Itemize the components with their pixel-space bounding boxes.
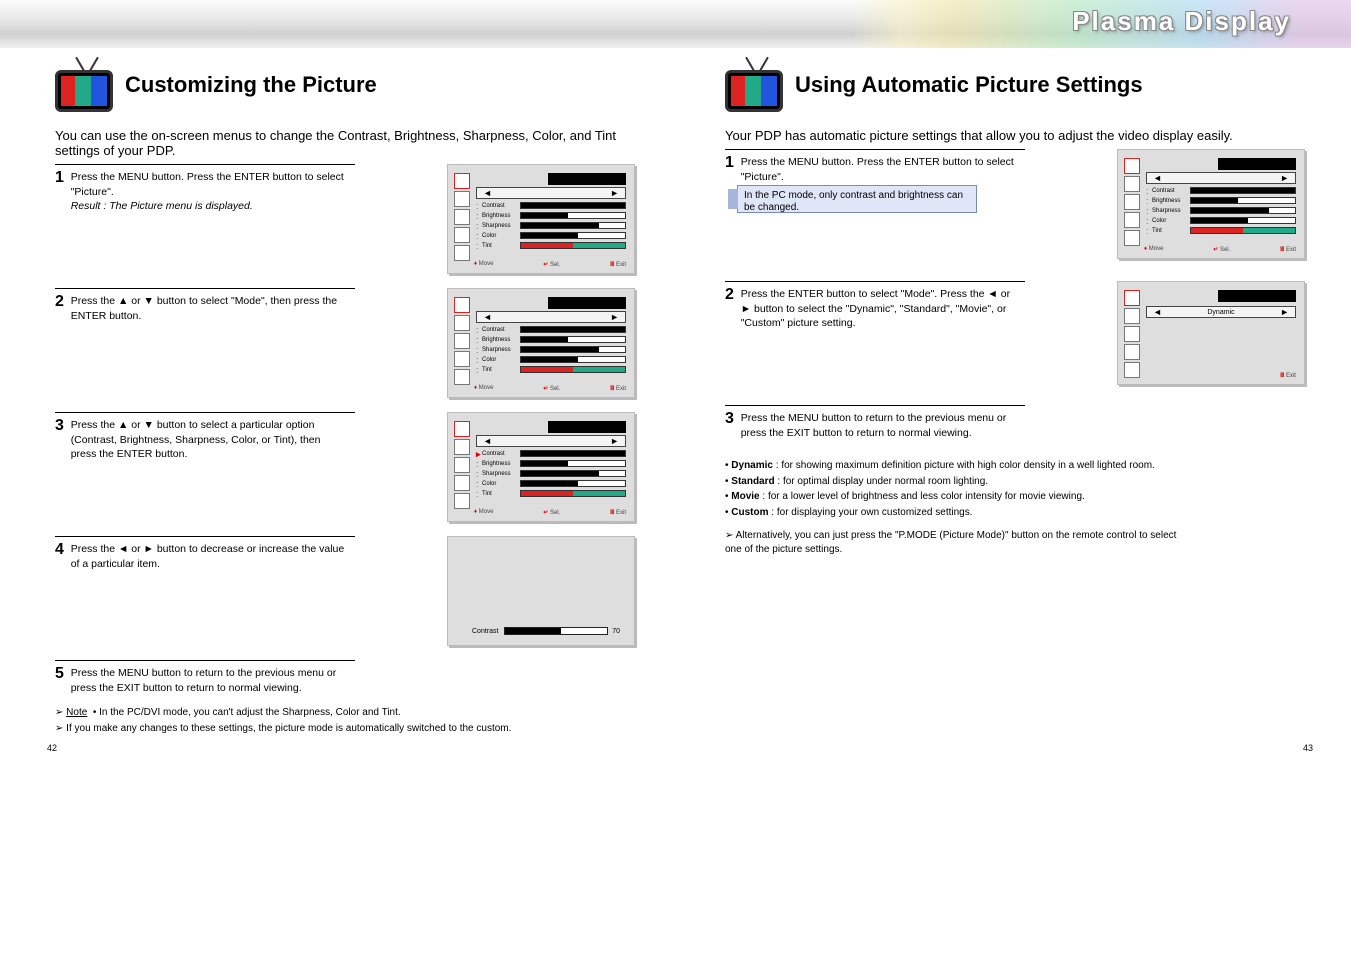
step-1: 1 Press the MENU button. Press the ENTER…	[725, 149, 1305, 275]
sharpness-bar[interactable]	[520, 222, 626, 229]
step-3: 3 Press the MENU button to return to the…	[725, 405, 1305, 445]
tab-sound-icon[interactable]	[454, 439, 470, 455]
tab-sound-icon[interactable]	[454, 191, 470, 207]
tab-picture-icon[interactable]	[454, 173, 470, 189]
tab-setup-icon[interactable]	[454, 227, 470, 243]
tab-pip-icon[interactable]	[454, 369, 470, 385]
mode-description: • Custom : for displaying your own custo…	[725, 506, 1195, 520]
tab-picture-icon[interactable]	[454, 297, 470, 313]
mode-selector[interactable]: ◄►	[476, 435, 626, 447]
step-number: 2	[725, 287, 734, 303]
tab-pip-icon[interactable]	[454, 245, 470, 261]
page-subtitle: Your PDP has automatic picture settings …	[725, 128, 1305, 143]
tint-bar[interactable]	[520, 242, 626, 249]
step-text: Press the MENU button. Press the ENTER b…	[71, 170, 346, 214]
left-page: Customizing the Picture You can use the …	[55, 58, 635, 735]
step-1: 1 Press the MENU button. Press the ENTER…	[55, 164, 635, 282]
step-text: Press the MENU button to return to the p…	[741, 411, 1016, 440]
note: ➢ Note • In the PC/DVI mode, you can't a…	[55, 706, 525, 720]
step-number: 1	[55, 170, 64, 186]
mode-selector[interactable]: ◄Dynamic►	[1146, 306, 1296, 318]
page-title: Customizing the Picture	[55, 73, 635, 96]
tv-icon	[55, 58, 115, 113]
step-3: 3 Press the ▲ or ▼ button to select a pa…	[55, 412, 635, 530]
step-text: Press the ▲ or ▼ button to select "Mode"…	[71, 294, 346, 323]
step-number: 3	[725, 411, 734, 427]
mode-selector[interactable]: ◄►	[476, 187, 626, 199]
osd-screenshot: ◄► :Contrast :Brightness :Sharpness :Col…	[1117, 149, 1305, 259]
step-text: Press the ▲ or ▼ button to select a part…	[71, 418, 346, 462]
tab-channel-icon[interactable]	[454, 333, 470, 349]
step-text: Press the ◄ or ► button to decrease or i…	[71, 542, 346, 571]
right-page: Using Automatic Picture Settings Your PD…	[725, 58, 1305, 735]
step-text: Press the MENU button to return to the p…	[71, 666, 346, 695]
tab-picture-icon[interactable]	[1124, 158, 1140, 174]
next-arrow-icon[interactable]: ►	[604, 188, 625, 198]
note: ➢ If you make any changes to these setti…	[55, 722, 525, 736]
tab-setup-icon[interactable]	[1124, 344, 1140, 360]
tv-icon	[725, 58, 785, 113]
step-5: 5 Press the MENU button to return to the…	[55, 660, 635, 698]
mode-selector[interactable]: ◄►	[476, 311, 626, 323]
brightness-bar[interactable]	[520, 212, 626, 219]
top-banner: Plasma Display	[0, 0, 1351, 48]
osd-screenshot: ◄► ▸Contrast :Brightness :Sharpness :Col…	[447, 412, 635, 522]
mode-selector[interactable]: ◄►	[1146, 172, 1296, 184]
brand-title: Plasma Display	[1072, 6, 1291, 37]
step-text: Press the ENTER button to select "Mode".…	[741, 287, 1016, 331]
tab-setup-icon[interactable]	[454, 351, 470, 367]
step-number: 1	[725, 155, 734, 171]
step-number: 3	[55, 418, 64, 434]
tab-pip-icon[interactable]	[454, 493, 470, 509]
tab-pip-icon[interactable]	[1124, 362, 1140, 378]
contrast-bar[interactable]	[520, 450, 626, 457]
tab-picture-icon[interactable]	[454, 421, 470, 437]
step-4: 4 Press the ◄ or ► button to decrease or…	[55, 536, 635, 654]
step-2: 2 Press the ▲ or ▼ button to select "Mod…	[55, 288, 635, 406]
step-2: 2 Press the ENTER button to select "Mode…	[725, 281, 1305, 399]
tab-picture-icon[interactable]	[1124, 290, 1140, 306]
tab-setup-icon[interactable]	[1124, 212, 1140, 228]
mode-description: • Standard : for optimal display under n…	[725, 475, 1195, 489]
callout-note: In the PC mode, only contrast and bright…	[737, 185, 977, 213]
osd-screenshot: ◄Dynamic► Ⅲ Exit	[1117, 281, 1305, 385]
page-subtitle: You can use the on-screen menus to chang…	[55, 128, 635, 158]
mode-description: • Movie : for a lower level of brightnes…	[725, 490, 1195, 504]
page-number: 43	[1303, 743, 1313, 753]
step-number: 2	[55, 294, 64, 310]
page-number: 42	[47, 743, 57, 753]
color-bar[interactable]	[520, 232, 626, 239]
step-number: 5	[55, 666, 64, 682]
osd-bar-screenshot: Contrast 70	[447, 536, 635, 646]
bar-value: 70	[612, 628, 620, 635]
tab-sound-icon[interactable]	[1124, 308, 1140, 324]
tab-sound-icon[interactable]	[454, 315, 470, 331]
tab-channel-icon[interactable]	[454, 209, 470, 225]
osd-screenshot: ◄► :Contrast :Brightness :Sharpness :Col…	[447, 288, 635, 398]
step-number: 4	[55, 542, 64, 558]
tab-channel-icon[interactable]	[454, 457, 470, 473]
mode-description: • Dynamic : for showing maximum definiti…	[725, 459, 1195, 473]
adjust-bar[interactable]	[504, 627, 608, 635]
tab-setup-icon[interactable]	[454, 475, 470, 491]
tab-pip-icon[interactable]	[1124, 230, 1140, 246]
bar-label: Contrast	[472, 628, 498, 635]
alt-method-note: ➢ Alternatively, you can just press the …	[725, 529, 1195, 556]
tab-channel-icon[interactable]	[1124, 194, 1140, 210]
tab-channel-icon[interactable]	[1124, 326, 1140, 342]
osd-screenshot: ◄► :Contrast :Brightness :Sharpness :Col…	[447, 164, 635, 274]
page-title: Using Automatic Picture Settings	[725, 73, 1305, 96]
osd-banner	[548, 173, 626, 185]
prev-arrow-icon[interactable]: ◄	[477, 188, 498, 198]
contrast-bar[interactable]	[520, 202, 626, 209]
tab-sound-icon[interactable]	[1124, 176, 1140, 192]
